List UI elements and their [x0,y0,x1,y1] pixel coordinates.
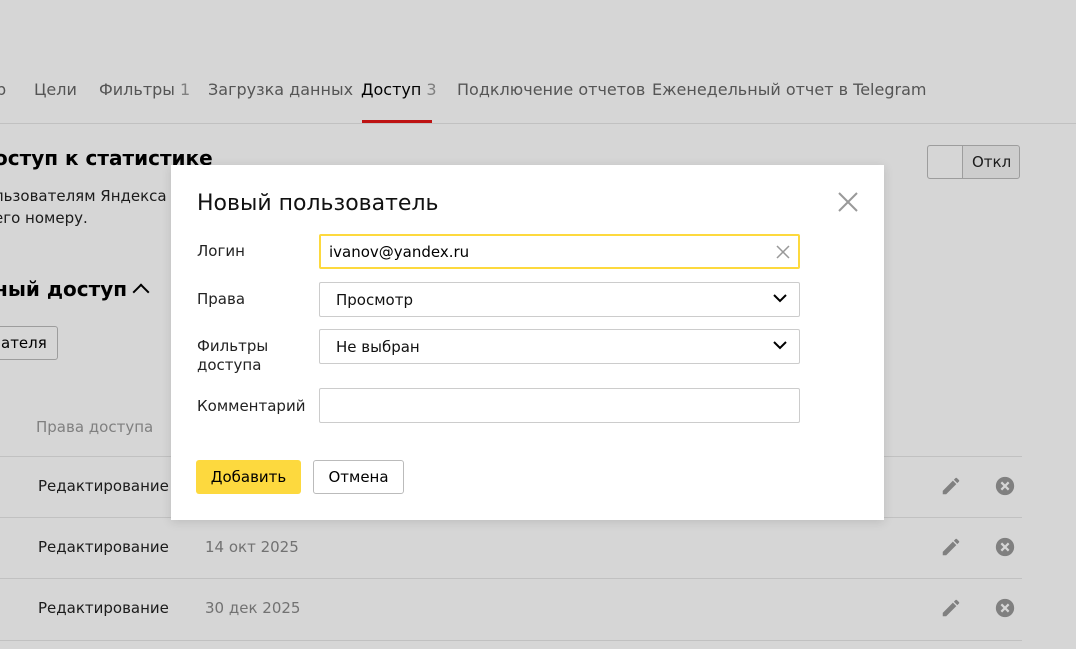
rights-label: Права [197,290,246,308]
filters-select[interactable]: Не выбран [319,329,800,364]
comment-field-wrapper [319,388,800,423]
comment-input[interactable] [328,395,758,415]
login-input[interactable] [329,242,759,262]
login-label: Логин [197,242,245,260]
filters-label: Фильтры доступа [197,337,268,375]
filters-label-line1: Фильтры [197,337,269,355]
rights-select[interactable]: Просмотр [319,282,800,317]
chevron-down-icon [773,341,787,350]
filters-select-value: Не выбран [336,338,420,356]
login-field-wrapper [319,234,800,269]
filters-label-line2: доступа [197,356,262,374]
comment-label: Комментарий [197,397,306,415]
dialog-title: Новый пользователь [197,191,439,216]
close-icon[interactable] [835,189,861,215]
add-button[interactable]: Добавить [196,460,301,494]
clear-icon[interactable] [774,243,792,261]
chevron-down-icon [773,294,787,303]
rights-select-value: Просмотр [336,291,413,309]
new-user-dialog: Новый пользователь Логин Права Просмотр … [171,165,884,520]
cancel-button[interactable]: Отмена [313,460,404,494]
